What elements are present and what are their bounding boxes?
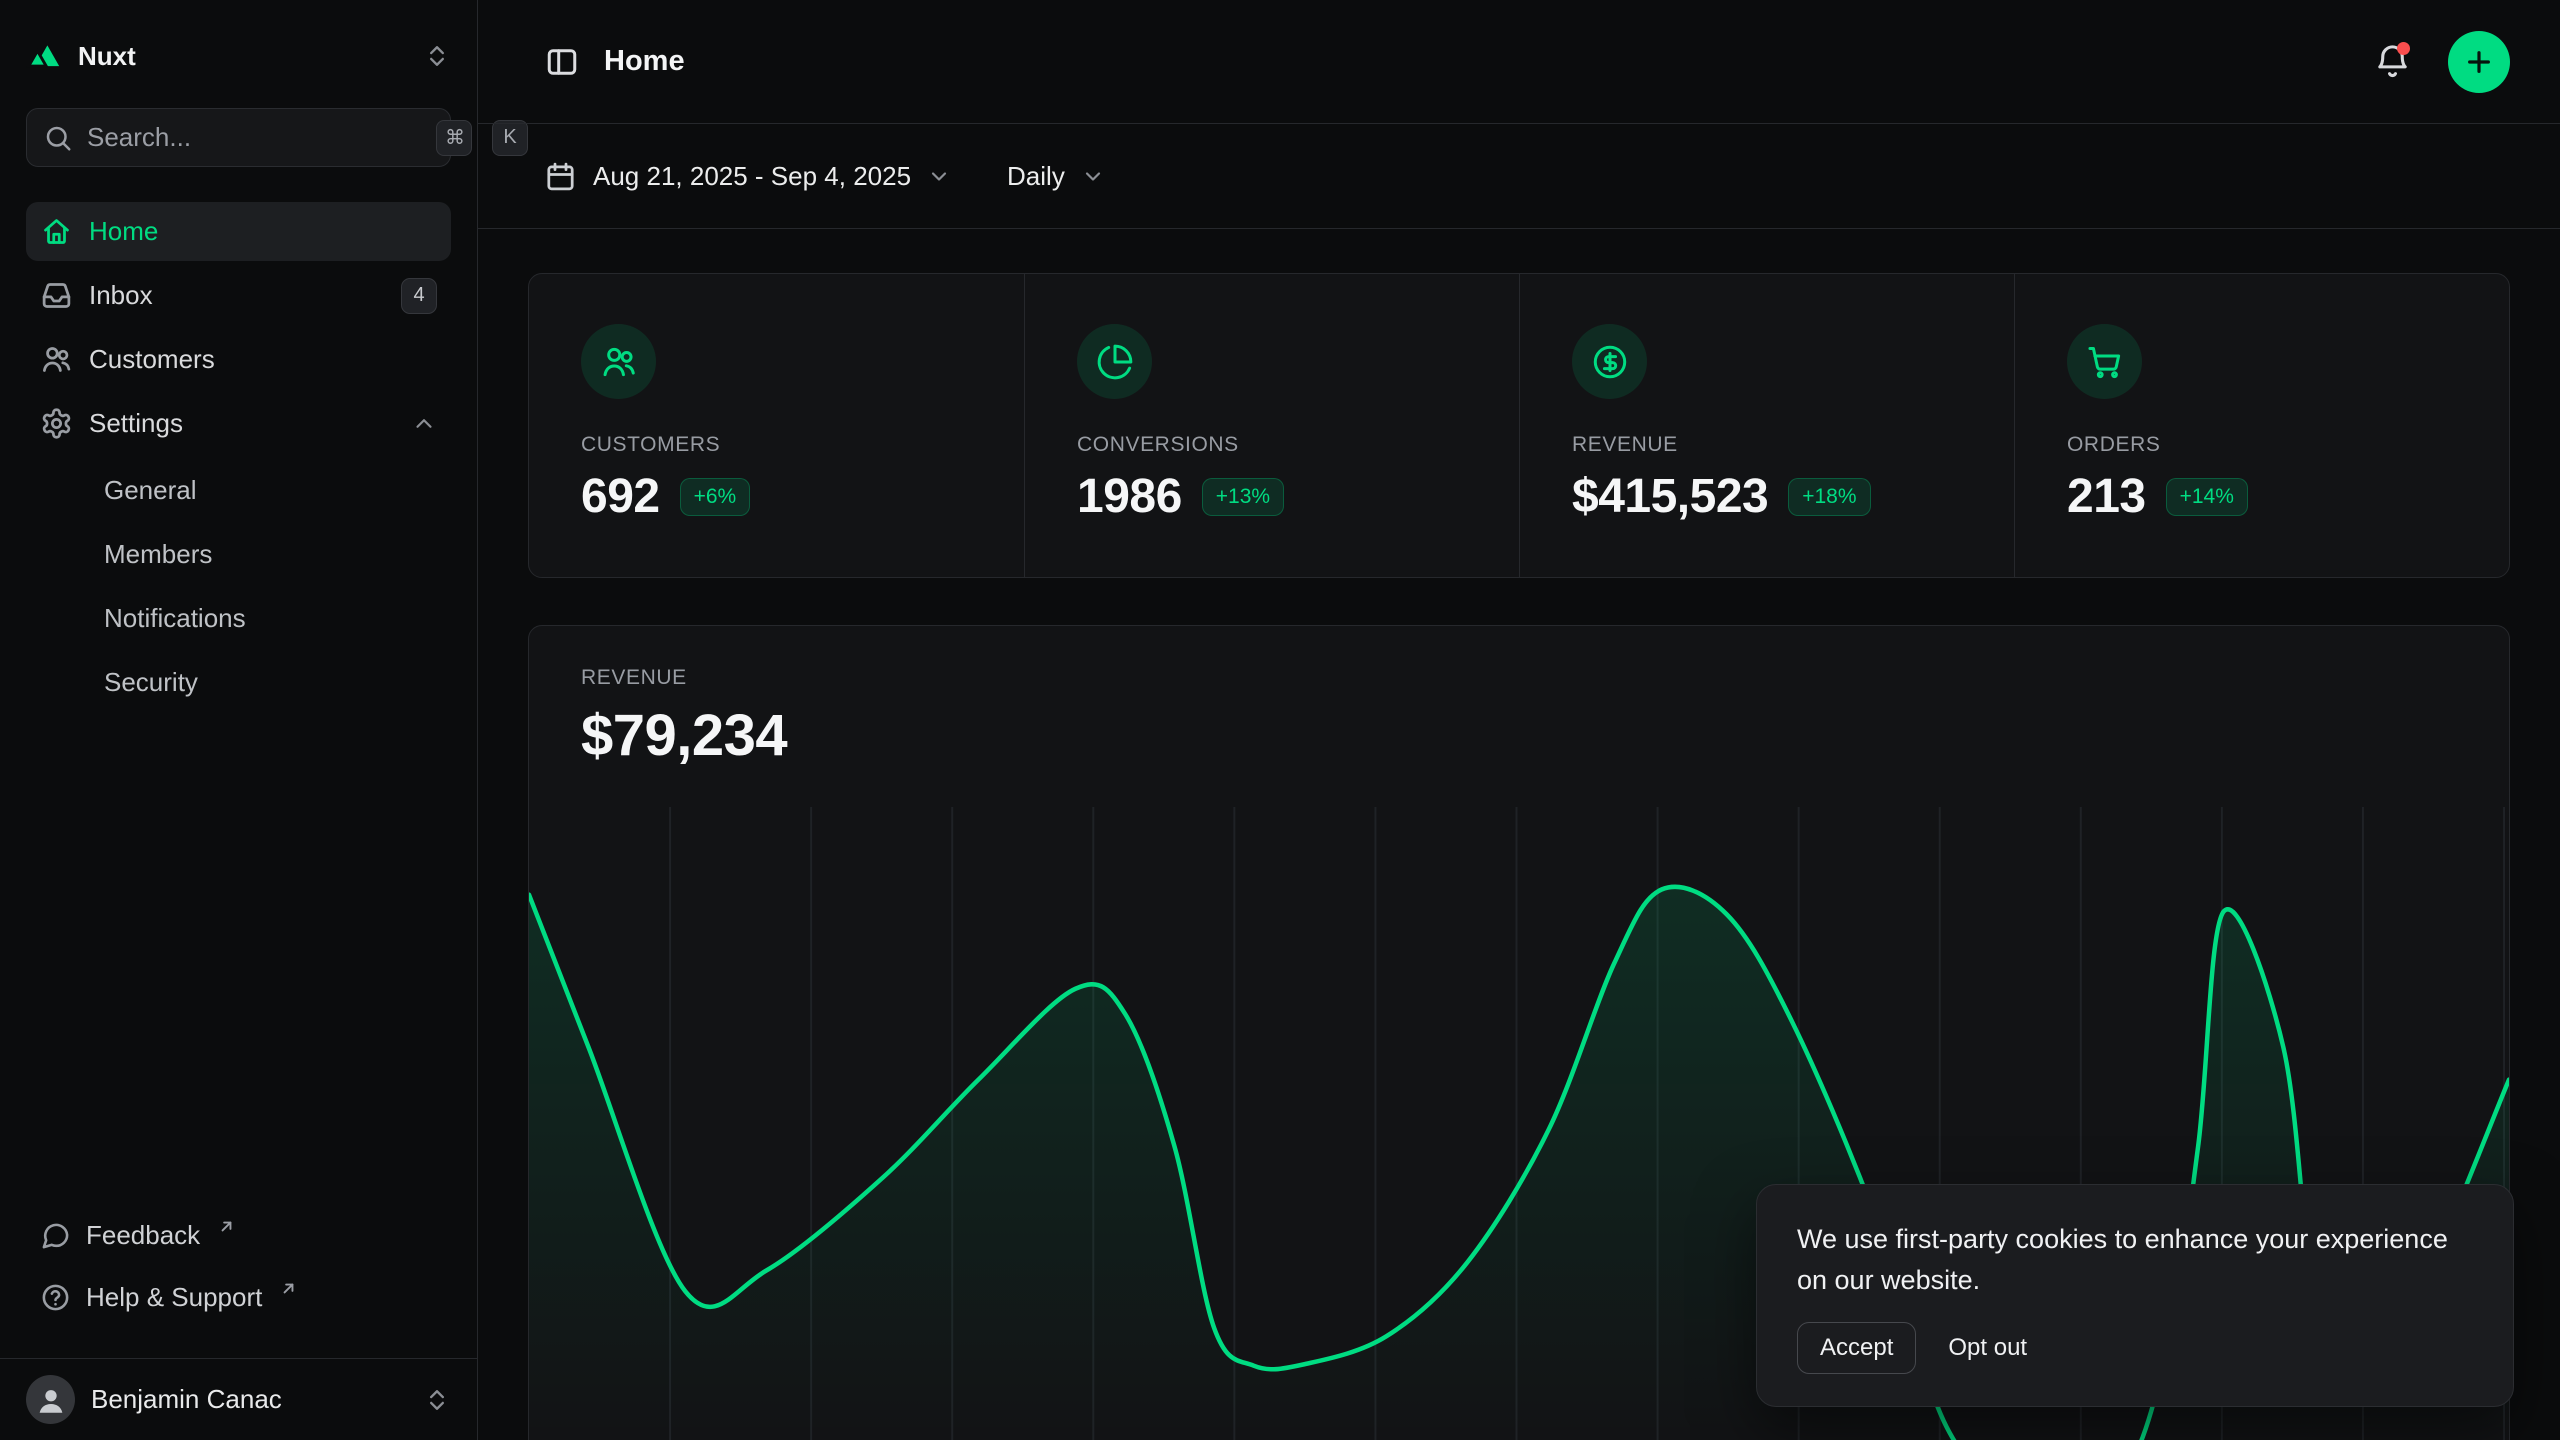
sidebar: Nuxt ⌘ K Home Inbox 4: [0, 0, 478, 1440]
optout-cookies-button[interactable]: Opt out: [1930, 1323, 2045, 1373]
feedback-label: Feedback: [86, 1220, 200, 1251]
stat-orders[interactable]: ORDERS 213 +14%: [2014, 274, 2509, 577]
sidebar-item-label: Inbox: [89, 280, 153, 311]
submenu-item-members[interactable]: Members: [26, 522, 451, 586]
submenu-item-notifications[interactable]: Notifications: [26, 586, 451, 650]
period-label: Daily: [1007, 161, 1065, 192]
page-header: Home: [478, 0, 2560, 124]
help-support-link[interactable]: Help & Support: [26, 1266, 451, 1328]
circle-dollar-icon: [1572, 324, 1647, 399]
date-range-label: Aug 21, 2025 - Sep 4, 2025: [593, 161, 911, 192]
stat-revenue[interactable]: REVENUE $415,523 +18%: [1519, 274, 2014, 577]
stat-label: CUSTOMERS: [581, 433, 1024, 457]
avatar: [26, 1375, 75, 1424]
stat-delta-badge: +6%: [680, 478, 751, 516]
sidebar-item-label: Settings: [89, 408, 183, 439]
cookie-banner: We use first-party cookies to enhance yo…: [1756, 1184, 2514, 1407]
users-icon: [581, 324, 656, 399]
notifications-button[interactable]: [2368, 38, 2416, 86]
nuxt-logo-icon: [26, 38, 62, 74]
stat-delta-badge: +18%: [1788, 478, 1870, 516]
search-input-wrapper[interactable]: ⌘ K: [26, 108, 451, 167]
sidebar-item-label: Home: [89, 216, 158, 247]
stat-delta-badge: +14%: [2166, 478, 2248, 516]
sidebar-item-inbox[interactable]: Inbox 4: [26, 266, 451, 325]
chevron-down-icon: [927, 164, 951, 188]
workspace-name: Nuxt: [78, 41, 136, 72]
chat-bubble-icon: [40, 1220, 71, 1251]
sidebar-item-home[interactable]: Home: [26, 202, 451, 261]
stat-value: 1986: [1077, 469, 1182, 524]
inbox-icon: [40, 279, 73, 312]
stats-card: CUSTOMERS 692 +6% CONVERSIONS 1986 +13%: [528, 273, 2510, 578]
stat-delta-badge: +13%: [1202, 478, 1284, 516]
submenu-item-security[interactable]: Security: [26, 650, 451, 714]
stat-conversions[interactable]: CONVERSIONS 1986 +13%: [1024, 274, 1519, 577]
chevrons-up-down-icon: [423, 1386, 451, 1414]
users-icon: [40, 343, 73, 376]
notification-dot: [2397, 42, 2410, 55]
date-range-picker[interactable]: Aug 21, 2025 - Sep 4, 2025: [544, 160, 951, 193]
chevron-down-icon: [1081, 164, 1105, 188]
feedback-link[interactable]: Feedback: [26, 1204, 451, 1266]
sidebar-nav: Home Inbox 4 Customers Settings Ge: [26, 202, 451, 718]
chevrons-up-down-icon: [423, 42, 451, 70]
gear-icon: [40, 407, 73, 440]
stat-value: 692: [581, 469, 660, 524]
panel-icon[interactable]: [544, 44, 580, 80]
stat-customers[interactable]: CUSTOMERS 692 +6%: [529, 274, 1024, 577]
submenu-item-general[interactable]: General: [26, 458, 451, 522]
workspace-switcher[interactable]: Nuxt: [26, 24, 451, 88]
page-title: Home: [604, 45, 685, 78]
user-name: Benjamin Canac: [91, 1384, 282, 1415]
sidebar-spacer: [0, 718, 477, 1204]
cookie-message: We use first-party cookies to enhance yo…: [1797, 1219, 2473, 1300]
sidebar-item-settings[interactable]: Settings: [26, 394, 451, 453]
sidebar-item-customers[interactable]: Customers: [26, 330, 451, 389]
stat-value: $415,523: [1572, 469, 1768, 524]
revenue-panel-label: REVENUE: [581, 666, 2457, 690]
external-link-icon: [217, 1217, 236, 1236]
add-button[interactable]: [2448, 31, 2510, 93]
help-support-label: Help & Support: [86, 1282, 262, 1313]
filters-toolbar: Aug 21, 2025 - Sep 4, 2025 Daily: [478, 124, 2560, 229]
sidebar-footer: Feedback Help & Support: [0, 1204, 477, 1358]
user-menu[interactable]: Benjamin Canac: [0, 1358, 477, 1440]
help-circle-icon: [40, 1282, 71, 1313]
search-icon: [43, 123, 73, 153]
kbd-cmd: ⌘: [436, 120, 472, 156]
pie-chart-icon: [1077, 324, 1152, 399]
stat-value: 213: [2067, 469, 2146, 524]
revenue-panel-value: $79,234: [581, 702, 2457, 769]
period-select[interactable]: Daily: [1007, 161, 1105, 192]
search-input[interactable]: [87, 122, 422, 153]
calendar-icon: [544, 160, 577, 193]
stat-label: ORDERS: [2067, 433, 2509, 457]
accept-cookies-button[interactable]: Accept: [1797, 1322, 1916, 1374]
stat-label: CONVERSIONS: [1077, 433, 1519, 457]
shopping-cart-icon: [2067, 324, 2142, 399]
home-icon: [40, 215, 73, 248]
stat-label: REVENUE: [1572, 433, 2014, 457]
settings-submenu: General Members Notifications Security: [26, 458, 451, 714]
sidebar-item-label: Customers: [89, 344, 215, 375]
inbox-count-badge: 4: [401, 278, 437, 314]
chevron-up-icon: [411, 411, 437, 437]
external-link-icon: [279, 1279, 298, 1298]
